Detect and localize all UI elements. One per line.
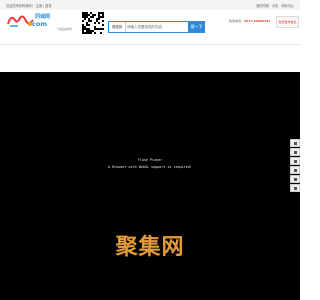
top-links: 我的同城 手机 商家中心: [254, 3, 294, 8]
watermark-logo: 聚集网: [115, 235, 185, 260]
flash-content-area: [0, 72, 300, 300]
top-link-merchant[interactable]: 商家中心: [281, 4, 294, 8]
qr-code-icon: [82, 12, 104, 34]
side-share-icon[interactable]: [290, 157, 300, 165]
release-info-button[interactable]: 免费发布信息: [276, 16, 299, 28]
search-input[interactable]: 请输入您要查找的内容: [127, 22, 195, 32]
top-link-mobile[interactable]: 手机: [272, 4, 278, 8]
welcome-text[interactable]: 欢迎您来到同城网！ 注册 | 登录: [6, 3, 52, 8]
flash-required-title: Flash Player: [137, 158, 163, 162]
side-top-icon[interactable]: [290, 175, 300, 183]
side-more-icon[interactable]: [290, 184, 300, 192]
side-home-icon[interactable]: [290, 139, 300, 147]
flash-required-message: & Browser with WebGL support is required…: [108, 165, 192, 169]
hotline: 热线电话：0577-85850462: [229, 19, 270, 23]
side-heart-icon[interactable]: [290, 148, 300, 156]
hotline-number: 0577-85850462: [244, 19, 271, 23]
top-link-my[interactable]: 我的同城: [256, 4, 269, 8]
side-toolbar: [290, 139, 300, 192]
logo-brand-tag: 同城网: [35, 14, 51, 20]
hotline-label: 热线电话：: [229, 19, 245, 23]
search-button[interactable]: 搜一下: [188, 21, 205, 33]
side-qr-icon[interactable]: [290, 166, 300, 174]
header-divider: [0, 44, 300, 45]
city-tag[interactable]: 分站站城市: [57, 27, 72, 31]
search-category-select[interactable]: 请选择: [109, 22, 126, 32]
logo-domain: com: [32, 20, 48, 28]
site-logo[interactable]: 同城网 com: [6, 12, 50, 30]
